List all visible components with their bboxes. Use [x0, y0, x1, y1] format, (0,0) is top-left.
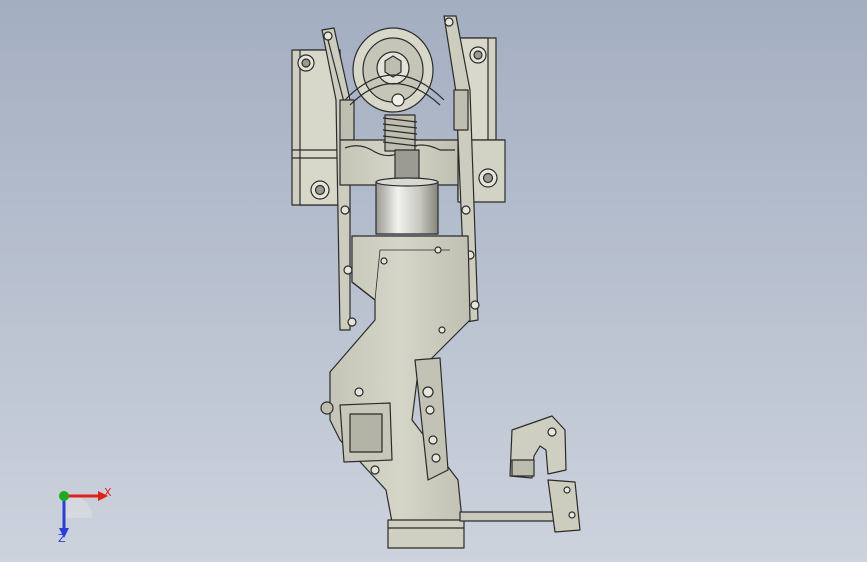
bottom-foot [387, 519, 465, 549]
cam-wheel [344, 27, 445, 113]
actuator-rod [459, 511, 561, 522]
main-body-plate [329, 235, 471, 523]
y-axis-dot [59, 491, 69, 501]
cad-model-view[interactable] [0, 0, 867, 562]
3d-viewport[interactable] [0, 0, 867, 562]
x-axis-label: X [104, 486, 112, 499]
axis-triad: X Y Z [40, 478, 120, 548]
compression-spring [382, 114, 418, 152]
z-axis-label: Z [58, 532, 66, 545]
